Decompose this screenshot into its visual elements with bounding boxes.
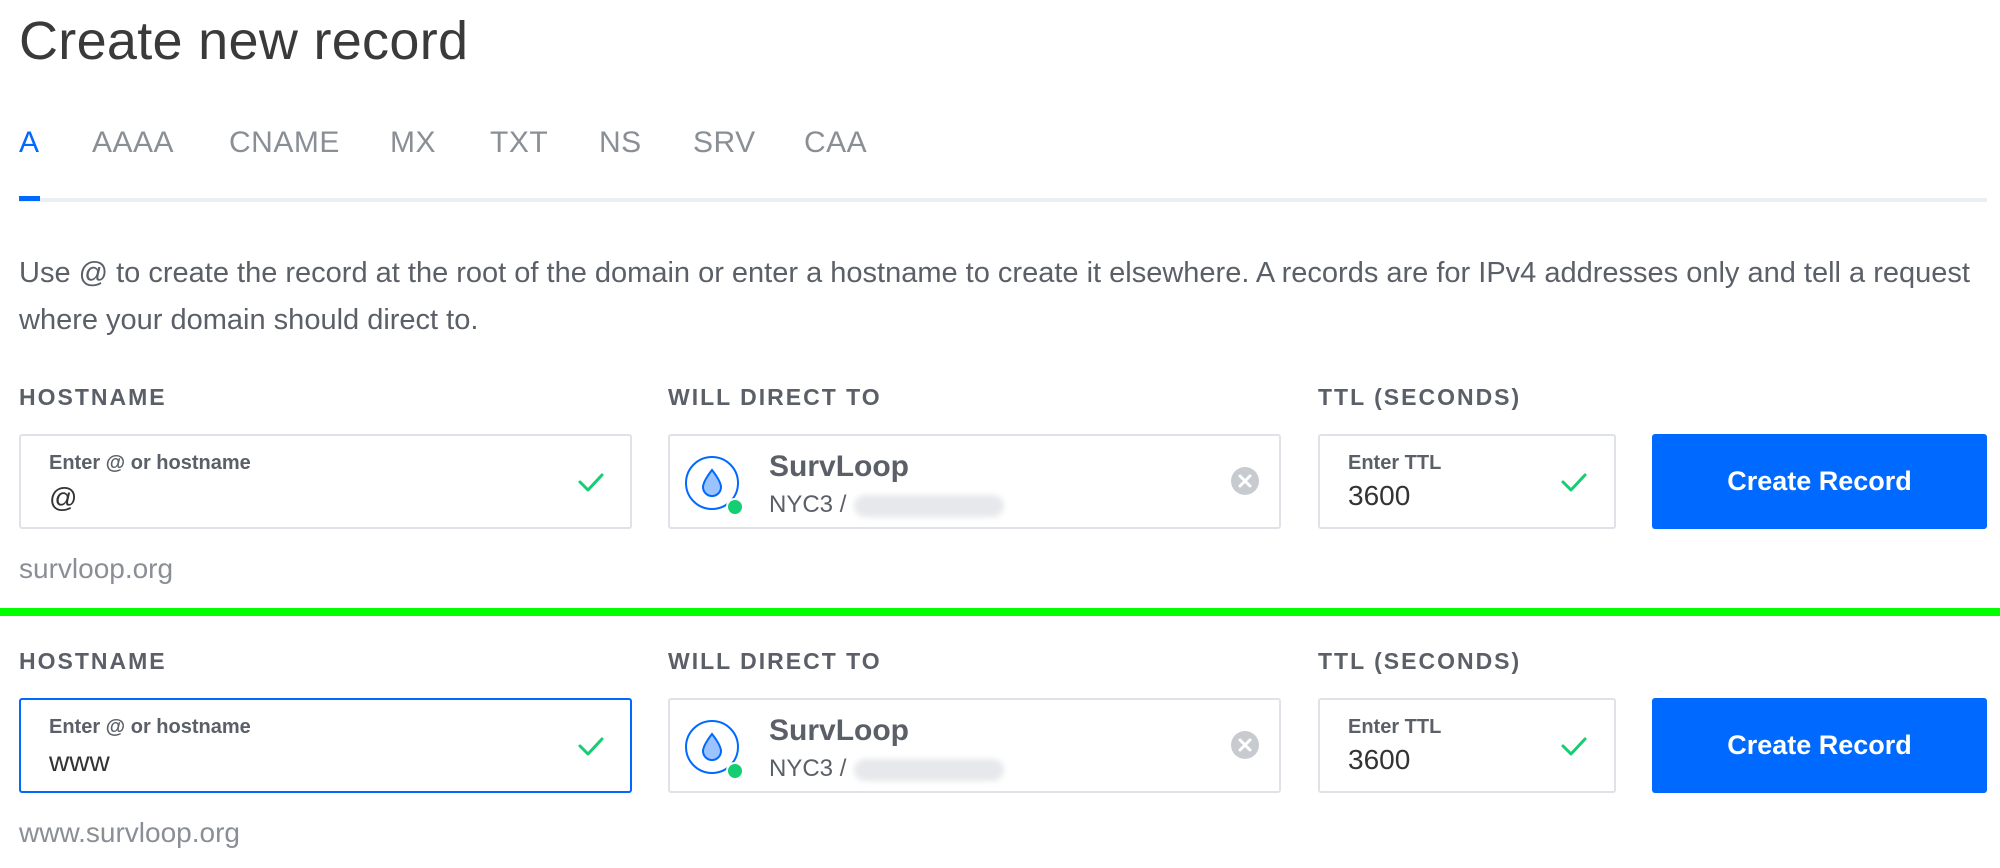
- ttl-field-value[interactable]: 3600: [1348, 480, 1410, 512]
- tab-ns[interactable]: NS: [599, 126, 642, 160]
- hostname-preview: www.survloop.org: [19, 817, 240, 848]
- hostname-field[interactable]: Enter @ or hostname @: [19, 434, 632, 529]
- hostname-heading: HOSTNAME: [19, 648, 167, 674]
- tab-srv[interactable]: SRV: [693, 126, 756, 160]
- ttl-field-label: Enter TTL: [1348, 716, 1442, 738]
- hostname-field-value[interactable]: @: [49, 482, 77, 514]
- destination-name: SurvLoop: [769, 450, 909, 483]
- tab-aaaa[interactable]: AAAA: [92, 126, 174, 160]
- tab-txt[interactable]: TXT: [490, 126, 548, 160]
- record-type-tabs: A AAAA CNAME MX TXT NS SRV CAA: [19, 126, 1987, 202]
- check-icon: [578, 737, 604, 756]
- active-tab-indicator: [19, 196, 40, 201]
- destination-region: NYC3 /: [769, 755, 847, 782]
- direct-to-heading: WILL DIRECT TO: [668, 648, 882, 674]
- redacted-ip: [854, 759, 1004, 781]
- ttl-field[interactable]: Enter TTL 3600: [1318, 698, 1616, 793]
- tab-mx[interactable]: MX: [390, 126, 436, 160]
- status-dot: [726, 498, 744, 516]
- record-description: Use @ to create the record at the root o…: [19, 257, 1970, 336]
- clear-icon[interactable]: [1230, 730, 1260, 760]
- hostname-field-label: Enter @ or hostname: [49, 716, 251, 738]
- ttl-field-label: Enter TTL: [1348, 452, 1442, 474]
- ttl-heading: TTL (SECONDS): [1318, 384, 1522, 410]
- tab-cname[interactable]: CNAME: [229, 126, 340, 160]
- tab-caa[interactable]: CAA: [804, 126, 867, 160]
- check-icon: [578, 473, 604, 492]
- page-title: Create new record: [19, 11, 469, 71]
- destination-region: NYC3 /: [769, 491, 847, 518]
- redacted-ip: [854, 495, 1004, 517]
- tab-a[interactable]: A: [19, 126, 40, 160]
- hostname-preview: survloop.org: [19, 553, 174, 584]
- hostname-field[interactable]: Enter @ or hostname www: [19, 698, 632, 793]
- destination-name: SurvLoop: [769, 714, 909, 747]
- hostname-field-value[interactable]: www: [49, 746, 110, 778]
- hostname-field-label: Enter @ or hostname: [49, 452, 251, 474]
- clear-icon[interactable]: [1230, 466, 1260, 496]
- create-record-button[interactable]: Create Record: [1652, 434, 1987, 529]
- comparison-divider: [0, 608, 2000, 616]
- hostname-heading: HOSTNAME: [19, 384, 167, 410]
- status-dot: [726, 762, 744, 780]
- ttl-field[interactable]: Enter TTL 3600: [1318, 434, 1616, 529]
- destination-field[interactable]: SurvLoop NYC3 /: [668, 698, 1281, 793]
- ttl-field-value[interactable]: 3600: [1348, 744, 1410, 776]
- ttl-heading: TTL (SECONDS): [1318, 648, 1522, 674]
- check-icon: [1561, 737, 1587, 756]
- destination-field[interactable]: SurvLoop NYC3 /: [668, 434, 1281, 529]
- check-icon: [1561, 473, 1587, 492]
- direct-to-heading: WILL DIRECT TO: [668, 384, 882, 410]
- create-record-button[interactable]: Create Record: [1652, 698, 1987, 793]
